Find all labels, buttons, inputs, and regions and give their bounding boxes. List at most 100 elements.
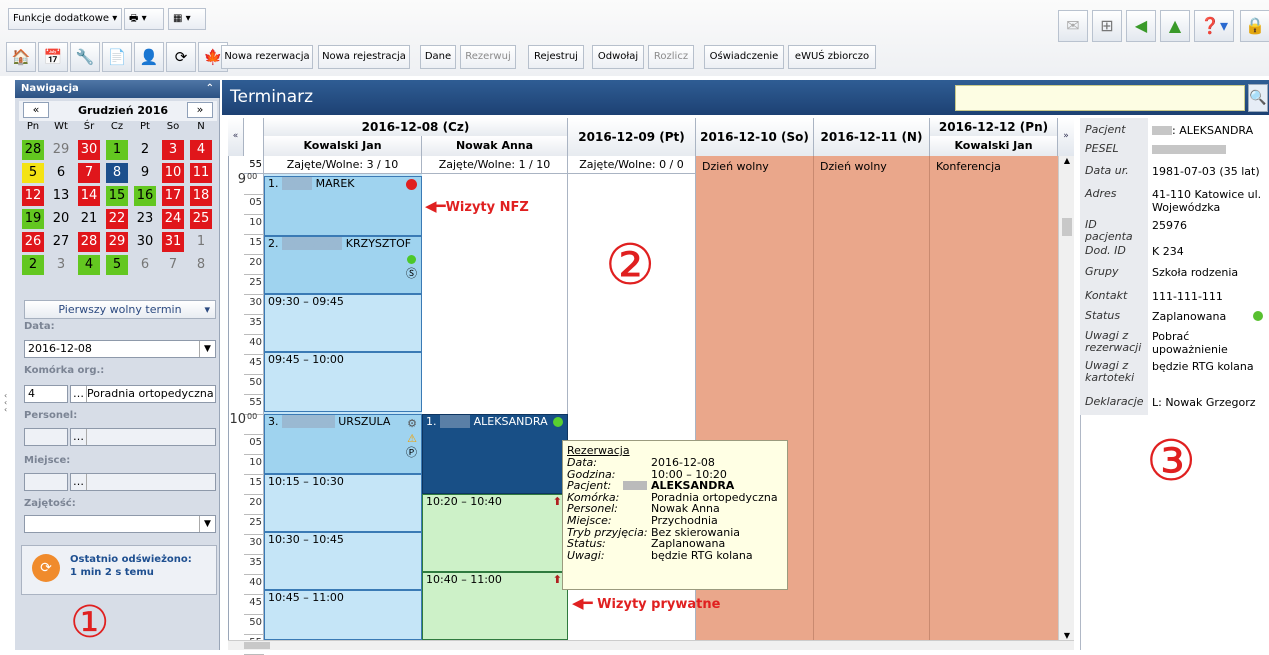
calendar-day[interactable]: 3 bbox=[50, 255, 72, 275]
print-dropdown[interactable]: 🖶 ▾ bbox=[124, 8, 164, 30]
calendar-day[interactable]: 1 bbox=[190, 232, 212, 252]
col-header-2016-12-10[interactable]: 2016-12-10 (So) bbox=[696, 118, 814, 156]
horizontal-scrollbar[interactable] bbox=[228, 640, 1074, 650]
network-icon[interactable]: ⊞ bbox=[1092, 10, 1122, 42]
next-month-button[interactable]: » bbox=[187, 102, 213, 118]
calendar-day[interactable]: 27 bbox=[50, 232, 72, 252]
rozlicz-button[interactable]: Rozlicz bbox=[648, 45, 694, 69]
calendar-day[interactable]: 5 bbox=[106, 255, 128, 275]
calendar-day[interactable]: 24 bbox=[162, 209, 184, 229]
col-header-2016-12-11[interactable]: 2016-12-11 (N) bbox=[814, 118, 930, 156]
help-icon[interactable]: ❓▾ bbox=[1194, 10, 1234, 42]
col-header-2016-12-08[interactable]: 2016-12-08 (Cz) bbox=[264, 118, 568, 136]
komorka-name-field[interactable]: … Poradnia ortopedyczna bbox=[70, 385, 216, 403]
rezerwuj-button[interactable]: Rezerwuj bbox=[460, 45, 516, 69]
slot-1015[interactable]: 10:15 – 10:30 bbox=[264, 474, 422, 532]
search-icon[interactable]: 🔍 bbox=[1248, 84, 1268, 112]
calendar-day[interactable]: 2 bbox=[22, 255, 44, 275]
date-field[interactable]: 2016-12-08 ▼ bbox=[24, 340, 216, 358]
calendar-day[interactable]: 8 bbox=[190, 255, 212, 275]
personel-code-field[interactable] bbox=[24, 428, 68, 446]
calendar-day[interactable]: 4 bbox=[78, 255, 100, 275]
funkcje-dodatkowe-dropdown[interactable]: Funkcje dodatkowe ▾ bbox=[8, 8, 123, 30]
home-icon[interactable]: 🏠 bbox=[6, 42, 36, 72]
first-free-dropdown[interactable]: Pierwszy wolny termin ▾ bbox=[24, 300, 216, 319]
calendar-day[interactable]: 26 bbox=[22, 232, 44, 252]
calendar-day[interactable]: 22 bbox=[106, 209, 128, 229]
calendar-day[interactable]: 15 bbox=[106, 186, 128, 206]
calendar-day[interactable]: 19 bbox=[22, 209, 44, 229]
calendar-day[interactable]: 13 bbox=[50, 186, 72, 206]
calendar-day[interactable]: 5 bbox=[22, 163, 44, 183]
appointment-aleksandra[interactable]: 1. XXXX ALEKSANDRA bbox=[422, 414, 568, 494]
schedule-next-button[interactable]: » bbox=[1058, 118, 1074, 156]
refresh-clock-icon[interactable]: ⟳ bbox=[32, 554, 60, 582]
calendar-day[interactable]: 16 bbox=[134, 186, 156, 206]
nowa-rezerwacja-button[interactable]: Nowa rezerwacja bbox=[221, 45, 313, 69]
calendar-day[interactable]: 2 bbox=[134, 140, 156, 160]
refresh-panel[interactable]: ⟳ Ostatnio odświeżono: 1 min 2 s temu bbox=[21, 545, 217, 595]
calendar-day[interactable]: 7 bbox=[162, 255, 184, 275]
miejsce-name-field[interactable]: … bbox=[70, 473, 216, 491]
zajetosc-dropdown[interactable]: ▼ bbox=[24, 515, 216, 533]
calendar-day[interactable]: 3 bbox=[162, 140, 184, 160]
calendar-day[interactable]: 30 bbox=[134, 232, 156, 252]
calendar-day[interactable]: 8 bbox=[106, 163, 128, 183]
calendar-day[interactable]: 20 bbox=[50, 209, 72, 229]
person-kowalski-header-2[interactable]: Kowalski Jan bbox=[930, 136, 1058, 156]
calendar-day[interactable]: 9 bbox=[134, 163, 156, 183]
person-kowalski-header[interactable]: Kowalski Jan bbox=[264, 136, 422, 156]
calendar-day[interactable]: 17 bbox=[162, 186, 184, 206]
calendar-day[interactable]: 25 bbox=[190, 209, 212, 229]
calendar-day[interactable]: 21 bbox=[78, 209, 100, 229]
personel-name-field[interactable]: … bbox=[70, 428, 216, 446]
schedule-prev-button[interactable]: « bbox=[228, 118, 244, 156]
appointment-urszula[interactable]: 3. XXXXXXX URSZULA ⚙ ⚠ Ⓟ bbox=[264, 414, 422, 474]
scroll-down-icon[interactable]: ▼ bbox=[1059, 631, 1075, 640]
back-icon[interactable]: ◀ bbox=[1126, 10, 1156, 42]
prev-month-button[interactable]: « bbox=[23, 102, 49, 118]
calendar-day[interactable]: 12 bbox=[22, 186, 44, 206]
calendar-day[interactable]: 23 bbox=[134, 209, 156, 229]
oswiadczenie-button[interactable]: Oświadczenie bbox=[704, 45, 784, 69]
slot-1030[interactable]: 10:30 – 10:45 bbox=[264, 532, 422, 590]
slot-1045[interactable]: 10:45 – 11:00 bbox=[264, 590, 422, 640]
dane-button[interactable]: Dane bbox=[420, 45, 456, 69]
search-input[interactable] bbox=[955, 85, 1245, 111]
splitter-handle[interactable]: ‹ ‹ ‹ bbox=[4, 392, 7, 414]
calendar-day[interactable]: 6 bbox=[50, 163, 72, 183]
user-search-icon[interactable]: 👤 bbox=[134, 42, 164, 72]
calendar-day[interactable]: 28 bbox=[78, 232, 100, 252]
lock-icon[interactable]: 🔒 bbox=[1240, 10, 1269, 42]
hscroll-thumb[interactable] bbox=[244, 642, 270, 649]
slot-0945[interactable]: 09:45 – 10:00 bbox=[264, 352, 422, 412]
col-header-2016-12-12[interactable]: 2016-12-12 (Pn) bbox=[930, 118, 1058, 136]
calendar-day[interactable]: 7 bbox=[78, 163, 100, 183]
calendar-day[interactable]: 28 bbox=[22, 140, 44, 160]
calendar-day[interactable]: 29 bbox=[106, 232, 128, 252]
collapse-icon[interactable]: ⌃ bbox=[206, 80, 214, 98]
calendar-day[interactable]: 30 bbox=[78, 140, 100, 160]
slot-0930[interactable]: 09:30 – 09:45 bbox=[264, 294, 422, 352]
scroll-thumb[interactable] bbox=[1062, 218, 1072, 236]
documents-icon[interactable]: 📄 bbox=[102, 42, 132, 72]
calendar-day[interactable]: 4 bbox=[190, 140, 212, 160]
calendar-day[interactable]: 10 bbox=[162, 163, 184, 183]
calendar-day[interactable]: 1 bbox=[106, 140, 128, 160]
calendar-day[interactable]: 6 bbox=[134, 255, 156, 275]
appointment-marek[interactable]: 1. XXXX MAREK bbox=[264, 176, 422, 236]
ewus-button[interactable]: eWUŚ zbiorczo bbox=[788, 45, 876, 69]
rejestruj-button[interactable]: Rejestruj bbox=[528, 45, 584, 69]
calendar-day[interactable]: 11 bbox=[190, 163, 212, 183]
vertical-scrollbar[interactable]: ▲ ▼ bbox=[1058, 156, 1074, 640]
refresh-icon[interactable]: ⟳ bbox=[166, 42, 196, 72]
appointment-krzysztof[interactable]: 2. XXXXXXXX KRZYSZTOF Ⓢ bbox=[264, 236, 422, 294]
calendar-day[interactable]: 29 bbox=[50, 140, 72, 160]
mail-icon[interactable]: ✉ bbox=[1058, 10, 1088, 42]
calendar-day[interactable]: 14 bbox=[78, 186, 100, 206]
person-nowak-header[interactable]: Nowak Anna bbox=[422, 136, 568, 156]
calendar-day[interactable]: 31 bbox=[162, 232, 184, 252]
slot-1020[interactable]: 10:20 – 10:40 ⬆ bbox=[422, 494, 568, 572]
scroll-up-icon[interactable]: ▲ bbox=[1059, 156, 1075, 165]
calendar-day[interactable]: 18 bbox=[190, 186, 212, 206]
